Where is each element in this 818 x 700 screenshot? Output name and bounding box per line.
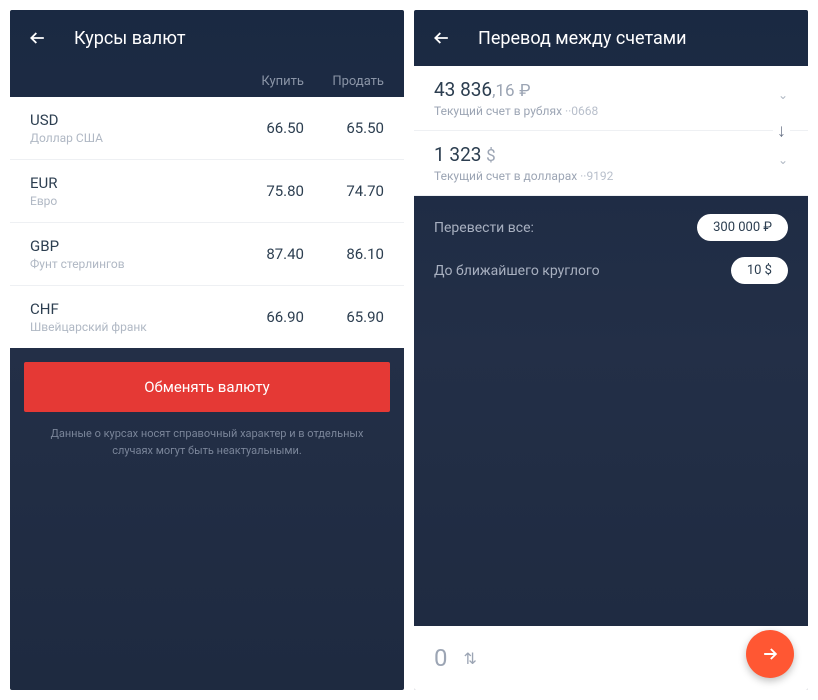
- page-title: Перевод между счетами: [478, 28, 687, 49]
- option-pill-round[interactable]: 10 $: [731, 257, 788, 284]
- currency-name: Евро: [30, 194, 224, 208]
- rate-sell: 65.90: [304, 308, 384, 326]
- rate-row[interactable]: EUR Евро 75.80 74.70: [10, 160, 404, 223]
- option-pill-all[interactable]: 300 000 ₽: [697, 214, 788, 241]
- currency-rates-screen: Курсы валют Купить Продать USD Доллар СШ…: [10, 10, 404, 690]
- amount-input[interactable]: 0: [434, 644, 448, 672]
- currency-code: USD: [30, 111, 224, 129]
- column-buy: Купить: [224, 74, 304, 89]
- disclaimer-text: Данные о курсах носят справочный характе…: [10, 412, 404, 473]
- currency-code: CHF: [30, 300, 224, 318]
- table-header: Купить Продать: [10, 66, 404, 97]
- transfer-options: Перевести все: 300 000 ₽ До ближайшего к…: [414, 196, 808, 318]
- chevron-down-icon: ⌄: [778, 88, 788, 102]
- rate-buy: 66.50: [224, 119, 304, 137]
- rates-list: USD Доллар США 66.50 65.50 EUR Евро 75.8…: [10, 97, 404, 348]
- rate-sell: 65.50: [304, 119, 384, 137]
- arrow-left-icon: [28, 28, 48, 48]
- rate-sell: 74.70: [304, 182, 384, 200]
- rate-buy: 87.40: [224, 245, 304, 263]
- exchange-button[interactable]: Обменять валюту: [24, 362, 390, 412]
- header: Курсы валют: [10, 10, 404, 66]
- option-label: Перевести все:: [434, 220, 534, 236]
- option-row: Перевести все: 300 000 ₽: [434, 214, 788, 241]
- arrow-left-icon: [432, 28, 452, 48]
- submit-button[interactable]: [746, 630, 794, 678]
- to-amount: 1 323 $: [434, 143, 788, 166]
- currency-name: Доллар США: [30, 131, 224, 145]
- back-button[interactable]: [430, 26, 454, 50]
- rate-buy: 75.80: [224, 182, 304, 200]
- back-button[interactable]: [26, 26, 50, 50]
- rate-row[interactable]: USD Доллар США 66.50 65.50: [10, 97, 404, 160]
- transfer-screen: Перевод между счетами 43 836,16 ₽ Текущи…: [414, 10, 808, 690]
- from-amount: 43 836,16 ₽: [434, 78, 788, 101]
- header: Перевод между счетами: [414, 10, 808, 66]
- arrow-right-icon: [760, 644, 780, 664]
- currency-code: EUR: [30, 174, 224, 192]
- to-label: Текущий счет в долларах ··9192: [434, 169, 788, 183]
- rate-row[interactable]: CHF Швейцарский франк 66.90 65.90: [10, 286, 404, 348]
- currency-name: Швейцарский франк: [30, 320, 224, 334]
- bottom-bar: 0 ⇅: [414, 626, 808, 690]
- rate-row[interactable]: GBP Фунт стерлингов 87.40 86.10: [10, 223, 404, 286]
- option-label: До ближайшего круглого: [434, 263, 600, 279]
- accounts-selector: 43 836,16 ₽ Текущий счет в рублях ··0668…: [414, 66, 808, 196]
- rate-buy: 66.90: [224, 308, 304, 326]
- currency-name: Фунт стерлингов: [30, 257, 224, 271]
- chevron-down-icon: ⌄: [778, 153, 788, 167]
- to-account[interactable]: 1 323 $ Текущий счет в долларах ··9192 ⌄: [414, 131, 808, 196]
- column-sell: Продать: [304, 74, 384, 89]
- from-account[interactable]: 43 836,16 ₽ Текущий счет в рублях ··0668…: [414, 66, 808, 131]
- swap-accounts-icon[interactable]: ↓: [773, 117, 790, 146]
- page-title: Курсы валют: [74, 28, 186, 49]
- swap-currency-icon[interactable]: ⇅: [464, 649, 477, 668]
- rate-sell: 86.10: [304, 245, 384, 263]
- currency-code: GBP: [30, 237, 224, 255]
- from-label: Текущий счет в рублях ··0668: [434, 104, 788, 118]
- option-row: До ближайшего круглого 10 $: [434, 257, 788, 284]
